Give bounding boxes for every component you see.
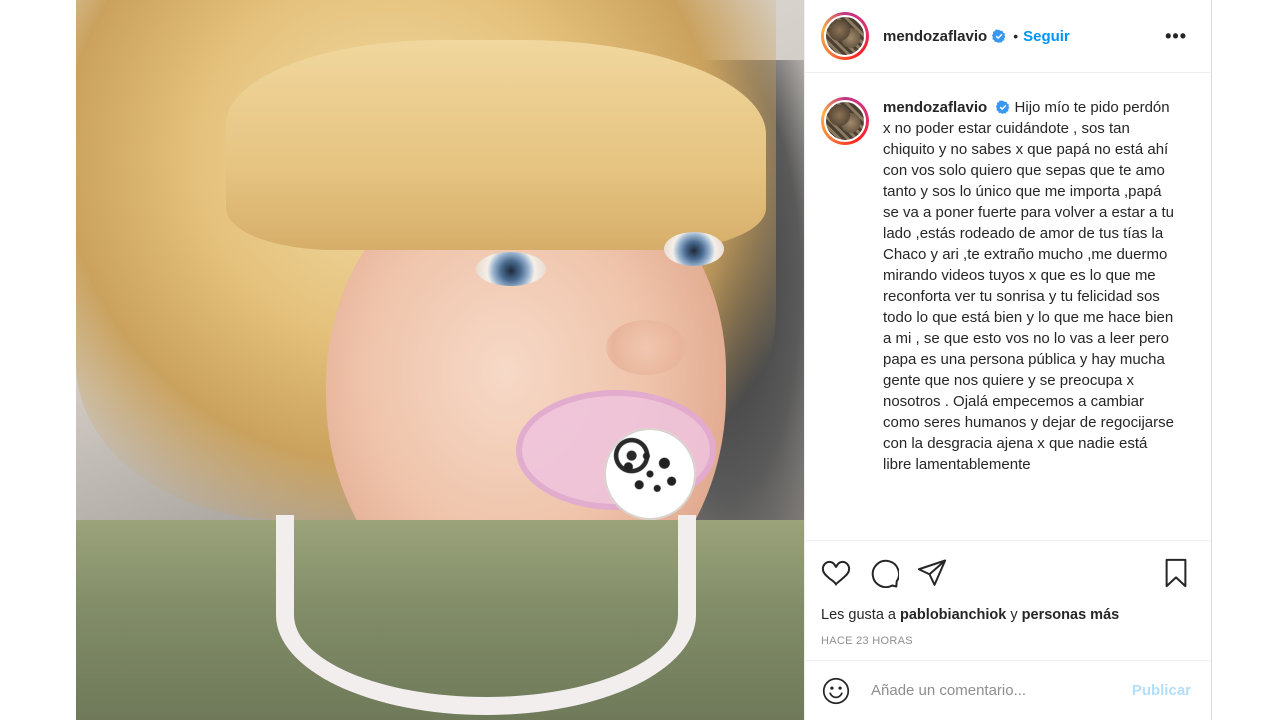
likes-others-link[interactable]: personas más [1022,607,1120,623]
caption-avatar[interactable] [821,97,869,145]
caption-username[interactable]: mendozaflavio [883,99,987,116]
bookmark-icon[interactable] [1161,558,1191,588]
avatar-image [824,15,866,57]
publish-button[interactable]: Publicar [1132,682,1191,699]
follow-button[interactable]: Seguir [1023,28,1070,45]
photo-pacifier-button [604,428,696,520]
more-options-icon[interactable]: ••• [1165,27,1187,45]
send-icon[interactable] [917,558,947,588]
caption-area: mendozaflavio Hijo mío te pido perdón x … [805,73,1211,539]
action-icons-row [821,553,1195,593]
photo-eye-left [476,252,546,286]
verified-badge-icon [996,100,1010,114]
post-timestamp[interactable]: HACE 23 HORAS [821,635,1195,647]
caption-avatar-image [824,100,866,142]
comment-form: Publicar [805,660,1211,720]
photo-nose [606,320,686,375]
verified-badge-icon [992,29,1006,43]
caption-body: Hijo mío te pido perdón x no poder estar… [883,99,1174,473]
photo-bangs [226,40,766,250]
emoji-icon[interactable] [821,676,851,706]
heart-icon[interactable] [821,558,851,588]
likes-user-link[interactable]: pablobianchiok [900,607,1006,623]
caption-text-block: mendozaflavio Hijo mío te pido perdón x … [883,97,1175,539]
post-photo[interactable] [76,0,804,720]
likes-summary: Les gusta a pablobianchiok y personas má… [821,607,1195,623]
post-side-panel: mendozaflavio • Seguir ••• mendozaflavio… [804,0,1212,720]
post-header: mendozaflavio • Seguir ••• [805,0,1211,73]
avatar[interactable] [821,12,869,60]
likes-connector: y [1010,607,1018,623]
post-actions: Les gusta a pablobianchiok y personas má… [805,540,1211,647]
comment-icon[interactable] [869,558,899,588]
photo-eye-right [664,232,724,266]
photo-collar [276,515,696,715]
likes-prefix: Les gusta a [821,607,896,623]
comment-input[interactable] [871,682,1132,699]
header-username[interactable]: mendozaflavio [883,28,987,45]
header-separator: • [1013,28,1019,44]
